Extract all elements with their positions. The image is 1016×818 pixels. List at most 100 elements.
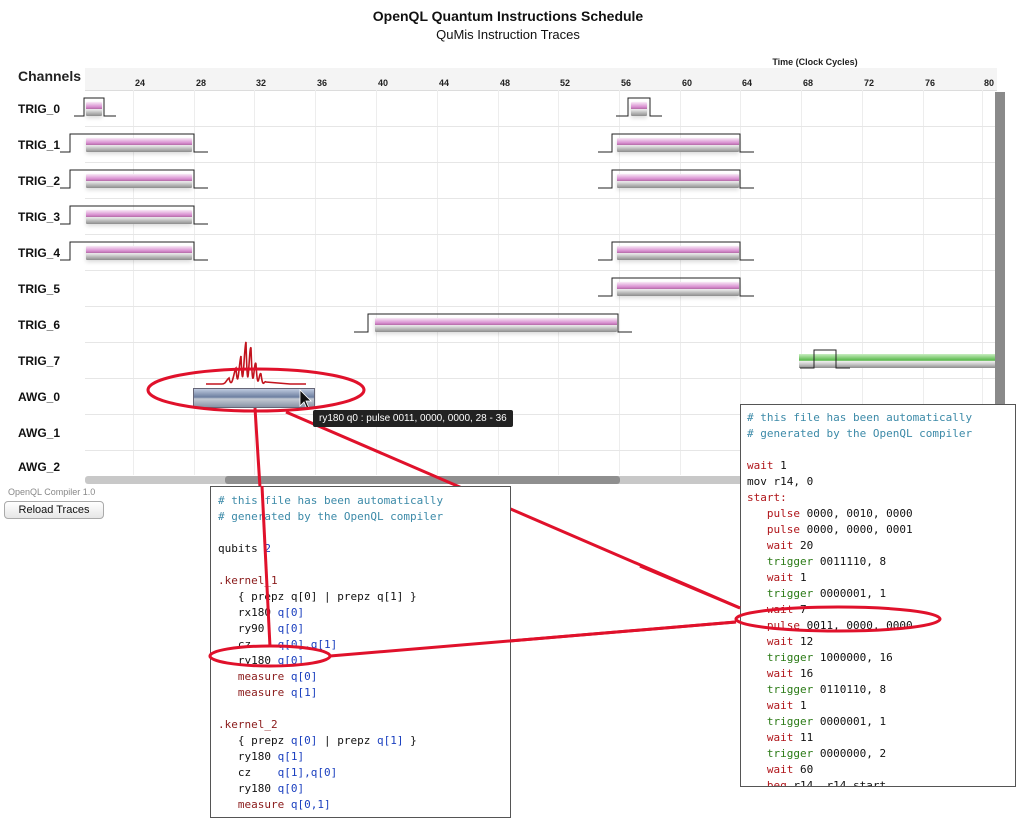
row-divider [85,378,997,379]
trig0-pulse-trace[interactable] [86,102,102,116]
code-value: q[0] [290,734,318,747]
trig2-pulse-trace[interactable] [617,174,739,188]
code-keyword: wait [747,635,800,648]
openql-code-panel: # this file has been automatically # gen… [210,486,511,818]
row-divider [85,306,997,307]
code-value: 0011, 0000, 0000 [806,619,913,632]
code-line: mov r14, 0 [747,475,814,488]
channel-label-trig2: TRIG_2 [18,174,61,188]
code-line: beq r14, r14 start [747,778,1015,787]
code-line: qubits 2 [218,541,510,557]
code-keyword: | prepz [317,734,377,747]
row-divider [85,234,997,235]
code-line: cz q[0],q[1] [218,637,510,653]
grid-line [194,90,195,475]
code-keyword: trigger [747,555,820,568]
code-line: wait 7 [747,602,1015,618]
trig0-pulse-trace[interactable] [631,102,647,116]
code-value: 0110110, 8 [819,683,887,696]
code-value: 0000001, 1 [819,587,887,600]
tick-label: 60 [682,78,693,88]
code-keyword: wait [747,603,800,616]
tick-label: 72 [864,78,875,88]
trig3-pulse-trace[interactable] [86,210,192,224]
code-line: pulse 0000, 0000, 0001 [747,522,1015,538]
code-keyword: wait [747,667,800,680]
code-value: q[0],q[1] [277,638,338,651]
horizontal-scrollbar-thumb[interactable] [225,476,620,484]
code-keyword: trigger [747,747,820,760]
code-line: trigger 1000000, 16 [747,650,1015,666]
reload-traces-button[interactable]: Reload Traces [4,501,104,519]
trig2-pulse-trace[interactable] [86,174,192,188]
channel-label-trig7: TRIG_7 [18,354,61,368]
code-value: 16 [799,667,814,680]
tick-label: 40 [378,78,389,88]
code-value: q[0,1] [290,798,331,811]
tick-label: 36 [317,78,328,88]
code-keyword: { prepz [218,734,291,747]
tick-label: 48 [500,78,511,88]
code-line: wait 16 [747,666,1015,682]
leader-line [639,564,741,610]
channel-label-trig4: TRIG_4 [18,246,61,260]
code-line: … [218,813,510,817]
code-value: q[1] [290,686,318,699]
code-keyword: ry180 [218,782,278,795]
code-value: 0000, 0010, 0000 [806,507,913,520]
tick-label: 24 [135,78,146,88]
trig1-pulse-trace[interactable] [86,138,192,152]
trig6-pulse-trace[interactable] [375,318,617,332]
code-value: 0000001, 1 [819,715,887,728]
trig5-pulse-trace[interactable] [617,282,739,296]
code-keyword: measure [218,798,291,811]
code-keyword: } [403,734,417,747]
code-keyword: cz [218,638,278,651]
code-value: 7 [799,603,807,616]
channel-label-awg0: AWG_0 [18,390,61,404]
code-value: q[0] [277,622,305,635]
trig7-pulse-trace[interactable] [799,354,995,368]
tick-label: 80 [984,78,995,88]
code-keyword: ry180 [218,654,278,667]
awg0-pulse-trace[interactable] [193,388,315,408]
code-line: .kernel_2 [218,718,278,731]
code-value: q[1],q[0] [277,766,338,779]
code-line: pulse 0000, 0010, 0000 [747,506,1015,522]
row-divider [85,270,997,271]
code-keyword: trigger [747,683,820,696]
code-keyword: beq [747,779,794,787]
code-value: 20 [799,539,814,552]
code-line: rx180 q[0] [218,605,510,621]
code-keyword: pulse [747,507,807,520]
tick-label: 68 [803,78,814,88]
code-line: pulse 0011, 0000, 0000 [747,618,1015,634]
channels-header: Channels [18,68,82,84]
code-line: { prepz q[0] | prepz q[1] } [218,590,417,603]
code-value: 0000, 0000, 0001 [806,523,913,536]
trig1-pulse-trace[interactable] [617,138,739,152]
code-line: trigger 0000001, 1 [747,586,1015,602]
code-line: cz q[1],q[0] [218,765,510,781]
code-value: q[1] [277,750,305,763]
code-line: start: [747,491,787,504]
code-value: 11 [799,731,814,744]
tick-label: 32 [256,78,267,88]
tick-label: 52 [560,78,571,88]
chart-title: OpenQL Quantum Instructions Schedule [372,8,644,24]
channel-label-trig0: TRIG_0 [18,102,61,116]
code-value: 12 [799,635,814,648]
code-line: ry180 q[0] [218,653,510,669]
time-axis-title: Time (Clock Cycles) [772,57,858,67]
trig4-pulse-trace[interactable] [617,246,739,260]
channel-label-trig1: TRIG_1 [18,138,61,152]
trig4-pulse-trace[interactable] [86,246,192,260]
code-line: # generated by the OpenQL compiler [747,427,973,440]
code-keyword: wait [747,763,800,776]
row-divider [85,126,997,127]
row-divider [85,162,997,163]
code-line: ry180 q[0] [218,781,510,797]
code-keyword: measure [218,686,291,699]
